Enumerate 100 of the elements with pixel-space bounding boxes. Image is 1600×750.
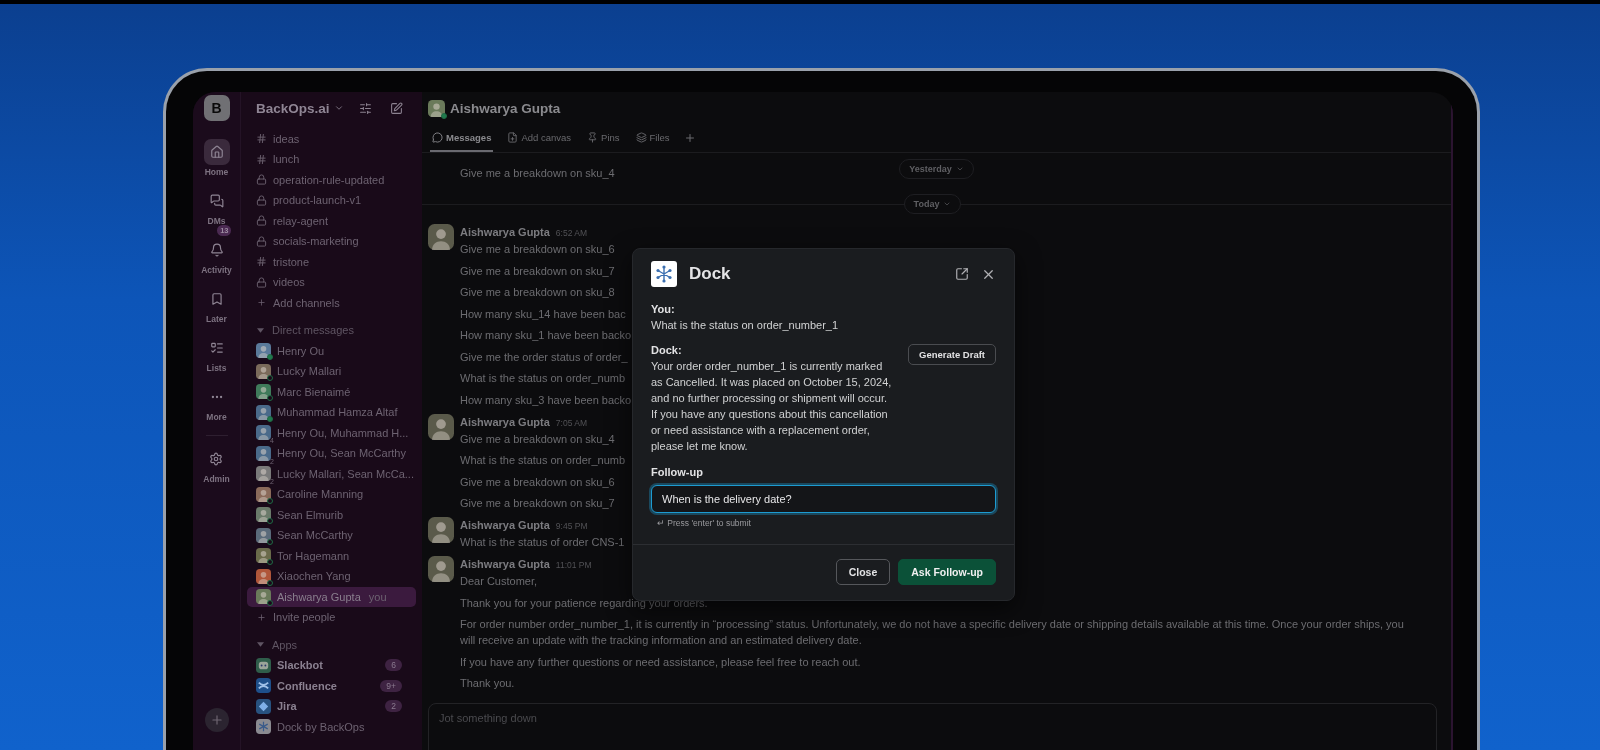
dm-item[interactable]: Henry Ou (247, 340, 416, 361)
author-name[interactable]: Aishwarya Gupta (460, 224, 550, 240)
message-text: Thank you. (460, 676, 515, 691)
lock-icon (256, 174, 267, 186)
question-text: What is the status on order_number_1 (651, 318, 840, 333)
channel-item[interactable]: operation-rule-updated (247, 169, 416, 190)
channel-item[interactable]: lunch (247, 149, 416, 170)
plus-icon (257, 298, 266, 308)
message-text: How many sku_3 have been backo (460, 392, 632, 408)
compose-icon[interactable] (390, 101, 403, 115)
filter-icon[interactable] (359, 101, 372, 115)
hint-text: ↵ Press 'enter' to submit (657, 517, 752, 530)
workspace-button[interactable]: B (203, 95, 230, 121)
invite-people-link[interactable]: Invite people (247, 607, 416, 628)
ask-follow-up-button[interactable]: Ask Follow-up (898, 559, 996, 585)
date-pill[interactable]: Today (903, 194, 962, 214)
tab[interactable]: Add canvas (505, 124, 574, 152)
dm-item[interactable]: Aishwarya Gupta you (247, 586, 416, 607)
message-time: 11:01 PM (555, 559, 592, 572)
caret-icon[interactable] (257, 326, 264, 334)
close-button[interactable]: Close (835, 559, 891, 585)
plus-icon (209, 713, 224, 727)
count-badge: 6 (385, 659, 402, 672)
chat-bubble-icon (432, 131, 443, 143)
channel-item[interactable]: videos (247, 272, 416, 293)
layers-icon (635, 131, 647, 143)
author-name[interactable]: Aishwarya Gupta (460, 517, 550, 533)
dm-item[interactable]: Tor Hagemann (247, 545, 416, 566)
message-text: Give me the order status of order_ (460, 349, 628, 365)
message-field[interactable]: Jot something down (428, 703, 1437, 750)
generate-draft-button[interactable]: Generate Draft (908, 344, 996, 365)
workspace-name[interactable]: BackOps.ai (256, 100, 330, 116)
section-title[interactable]: Direct messages (272, 324, 354, 337)
rail-label: DMs (207, 216, 226, 226)
app-item[interactable]: Slackbot 6 (247, 655, 416, 676)
message-text: Give me a breakdown on sku_7 (460, 263, 615, 279)
add-channels-link[interactable]: Add channels (247, 292, 416, 313)
chevron-down-icon (943, 200, 952, 208)
section-title[interactable]: Apps (272, 638, 298, 651)
author-name[interactable]: Aishwarya Gupta (460, 413, 550, 430)
dm-item[interactable]: Xiaochen Yang (247, 566, 416, 587)
person-avatar (256, 404, 271, 420)
message-text: Give me a breakdown on sku_8 (460, 285, 615, 300)
app-item[interactable]: Jira 2 (247, 696, 416, 717)
lock-icon (256, 194, 267, 206)
dm-item[interactable]: Lucky Mallari (247, 361, 416, 382)
rail-label: Lists (206, 363, 227, 373)
person-avatar (256, 445, 271, 461)
person-avatar (428, 413, 454, 440)
message-text: If you have any further questions or need assistance, please feel free to reach out. (460, 654, 861, 670)
speaker-label: You: (651, 302, 676, 317)
swirl-icon (256, 678, 271, 694)
author-name[interactable]: Aishwarya Gupta (460, 556, 550, 572)
channel-item[interactable]: socials-marketing (247, 231, 416, 252)
lock-icon (256, 215, 267, 227)
dm-item[interactable]: Muhammad Hamza Altaf (247, 402, 416, 423)
dm-item[interactable]: Sean Elmurib (247, 504, 416, 525)
person-avatar (428, 556, 454, 582)
file-plus-icon (507, 131, 519, 143)
bookmark-icon (209, 292, 224, 306)
dialog-title: Dock (689, 264, 731, 284)
person-avatar (256, 507, 271, 523)
channel-item[interactable]: relay-agent (247, 210, 416, 231)
dm-item[interactable]: Sean McCarthy (247, 525, 416, 546)
tab[interactable]: Pins (585, 124, 622, 152)
person-avatar (428, 224, 454, 250)
lock-icon (256, 276, 267, 288)
channel-item[interactable]: ideas (247, 128, 416, 149)
chat-bubbles-icon (209, 194, 224, 208)
dm-item[interactable]: Caroline Manning (247, 484, 416, 505)
person-avatar (256, 363, 271, 379)
channel-item[interactable]: product-launch-v1 (247, 190, 416, 211)
date-pill[interactable]: Yesterday (899, 159, 974, 179)
asterisk-logo-icon (651, 261, 677, 287)
message-time: 9:45 PM (555, 520, 588, 533)
chevron-down-icon[interactable] (333, 103, 344, 113)
add-button[interactable] (204, 708, 229, 732)
rail-button[interactable] (203, 139, 230, 165)
app-item[interactable]: Dock by BackOps (247, 716, 416, 737)
asterisk-icon (256, 719, 271, 735)
tab[interactable]: Files (633, 124, 672, 152)
message-text: Give me a breakdown on sku_6 (460, 474, 615, 490)
person-avatar (256, 425, 271, 441)
pop-out-icon[interactable] (955, 267, 969, 281)
hash-icon (256, 153, 267, 165)
dm-item[interactable]: Marc Bienaimé (247, 381, 416, 402)
rail-label: Later (206, 314, 227, 324)
app-item[interactable]: Confluence 9+ (247, 675, 416, 696)
channel-item[interactable]: tristone (247, 251, 416, 272)
person-avatar (256, 568, 271, 584)
follow-up-field[interactable]: When is the delivery date? (651, 485, 996, 513)
rail-label: More (206, 412, 227, 422)
tab[interactable]: Messages (430, 124, 494, 152)
answer-text: Your order order_number_1 is currently marked as Cancelled. It was placed on October 15, 2024, and no further processing or shipment will occur. If you have any questions about this cancellation or need assistance with a replacement order, please let me know. (651, 359, 893, 454)
hash-icon (256, 133, 267, 145)
add-tab-icon[interactable] (683, 132, 696, 144)
caret-icon[interactable] (257, 641, 264, 649)
you-label: you (368, 590, 387, 603)
person-avatar (256, 466, 271, 482)
message-time: 7:05 AM (555, 416, 588, 430)
